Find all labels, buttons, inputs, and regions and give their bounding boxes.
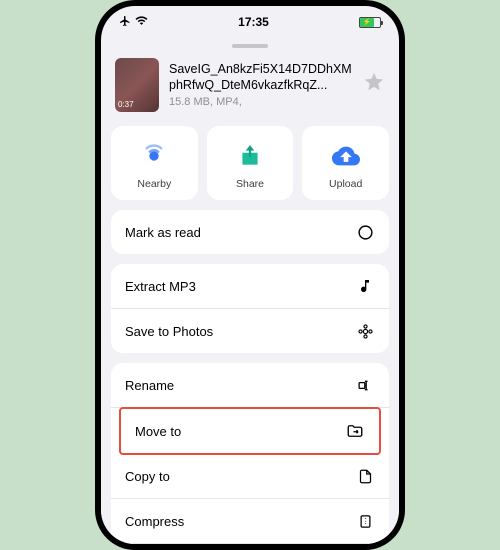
item-label: Mark as read (125, 225, 201, 240)
action-sheet: 0:37 SaveIG_An8kzFi5X14D7DDhXMphRfwQ_Dte… (101, 34, 399, 544)
list-group-1: Mark as read (111, 210, 389, 254)
video-duration: 0:37 (118, 100, 134, 109)
status-bar: 17:35 ⚡ (101, 6, 399, 34)
list-group-3: Rename Move to Copy to (111, 363, 389, 544)
share-label: Share (236, 178, 264, 190)
photos-icon (355, 321, 375, 341)
item-label: Rename (125, 378, 174, 393)
file-name: SaveIG_An8kzFi5X14D7DDhXMphRfwQ_DteM6vka… (169, 62, 353, 93)
status-time: 17:35 (238, 15, 269, 29)
upload-label: Upload (329, 178, 362, 190)
copy-to-item[interactable]: Copy to (111, 454, 389, 499)
status-right: ⚡ (359, 17, 381, 28)
upload-icon (330, 140, 362, 172)
quick-actions: Nearby Share Upload (101, 126, 399, 210)
item-label: Extract MP3 (125, 279, 196, 294)
document-icon (355, 466, 375, 486)
airplane-icon (119, 15, 131, 30)
item-label: Compress (125, 514, 184, 529)
status-left (119, 14, 148, 30)
item-label: Move to (135, 424, 181, 439)
move-to-item[interactable]: Move to (119, 407, 381, 455)
battery-icon: ⚡ (359, 17, 381, 28)
nearby-button[interactable]: Nearby (111, 126, 198, 200)
share-button[interactable]: Share (207, 126, 294, 200)
save-to-photos-item[interactable]: Save to Photos (111, 309, 389, 353)
upload-button[interactable]: Upload (302, 126, 389, 200)
folder-arrow-icon (345, 421, 365, 441)
sheet-handle[interactable] (232, 44, 268, 48)
item-label: Save to Photos (125, 324, 213, 339)
nearby-label: Nearby (137, 178, 171, 190)
video-thumbnail: 0:37 (115, 58, 159, 112)
file-header: 0:37 SaveIG_An8kzFi5X14D7DDhXMphRfwQ_Dte… (101, 58, 399, 126)
file-meta: 15.8 MB, MP4, (169, 96, 353, 108)
compress-item[interactable]: Compress (111, 499, 389, 544)
wifi-icon (135, 14, 148, 30)
list-group-2: Extract MP3 Save to Photos (111, 264, 389, 353)
rename-icon (355, 375, 375, 395)
music-note-icon (355, 276, 375, 296)
mark-as-read-item[interactable]: Mark as read (111, 210, 389, 254)
share-icon (234, 140, 266, 172)
item-label: Copy to (125, 469, 170, 484)
rename-item[interactable]: Rename (111, 363, 389, 408)
nearby-icon (138, 140, 170, 172)
circle-icon (355, 222, 375, 242)
compress-icon (355, 511, 375, 531)
extract-mp3-item[interactable]: Extract MP3 (111, 264, 389, 309)
star-icon[interactable] (363, 71, 385, 99)
